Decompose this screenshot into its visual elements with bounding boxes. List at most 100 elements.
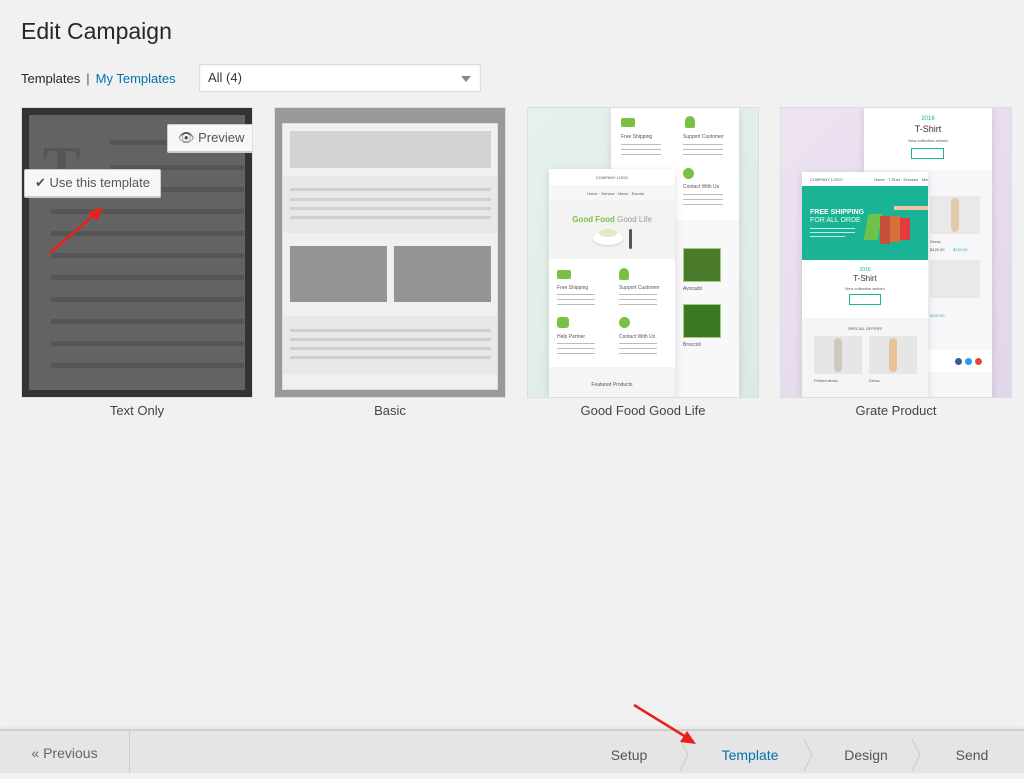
- text-section: [283, 176, 497, 233]
- truck-icon: [621, 118, 635, 127]
- year-label: 2016: [921, 116, 935, 122]
- truck-icon: [557, 270, 571, 279]
- header-block: [290, 131, 491, 168]
- whatsapp-icon: [683, 168, 694, 179]
- tab-templates[interactable]: Templates: [21, 71, 80, 86]
- price: $120.00: [953, 247, 968, 252]
- template-name: Grate Product: [855, 403, 937, 418]
- feature-title: Contact With Us: [619, 334, 656, 340]
- banner-headline: FREE SHIPPING: [810, 209, 865, 216]
- handshake-icon: [557, 317, 569, 328]
- thumbnail-page: T: [29, 115, 245, 390]
- dress-image: [930, 260, 980, 298]
- product-title: T-Shirt: [914, 124, 942, 134]
- template-thumbnail[interactable]: Free Shipping Support Customer Contact W…: [527, 107, 759, 398]
- chevron-down-icon: [461, 76, 471, 82]
- text-line: [51, 253, 244, 258]
- subtitle: New collection arrived: [845, 286, 885, 291]
- image-block: [290, 246, 387, 302]
- step-design[interactable]: Design: [812, 731, 921, 773]
- feature-title: Help Partner: [557, 334, 586, 340]
- text-line: [51, 319, 244, 324]
- hero-headline: Good Food Good Life: [572, 215, 652, 224]
- template-thumbnail[interactable]: [274, 107, 506, 398]
- step-label: Template: [721, 747, 779, 763]
- template-card-good-food[interactable]: Free Shipping Support Customer Contact W…: [527, 107, 759, 418]
- preview-label: Preview: [198, 130, 245, 145]
- shopping-bag: [880, 216, 890, 244]
- text-line: [51, 363, 244, 368]
- feature-title: Support Customer: [683, 134, 724, 140]
- step-template[interactable]: Template: [688, 731, 813, 773]
- feature-title: Free Shipping: [557, 285, 589, 291]
- step-send[interactable]: Send: [920, 731, 1024, 773]
- text-section: [283, 316, 497, 374]
- template-card-text-only[interactable]: T 👁 Preview ✔ Use this template Text Onl…: [21, 107, 253, 418]
- subtitle: New collection arrived: [908, 138, 948, 143]
- template-name: Basic: [374, 403, 406, 418]
- filter-separator: |: [86, 70, 90, 86]
- preview-button[interactable]: 👁 Preview: [167, 124, 252, 152]
- feature-title: Free Shipping: [621, 134, 653, 140]
- text-line: [51, 231, 244, 236]
- avocado-image: [683, 248, 721, 282]
- step-label: Setup: [610, 747, 648, 763]
- google-plus-icon: [975, 358, 982, 365]
- template-thumbnail[interactable]: T 👁 Preview ✔ Use this template: [21, 107, 253, 398]
- eye-icon: 👁: [178, 130, 195, 145]
- arm: [894, 206, 928, 210]
- page-title: Edit Campaign: [21, 18, 172, 44]
- banner-subheadline: FOR ALL ORDE: [810, 217, 861, 224]
- nav-links: Home · Service · Menu · Events: [587, 191, 644, 196]
- product-title: T-Shirt: [853, 274, 877, 283]
- tab-my-templates[interactable]: My Templates: [96, 71, 176, 86]
- shop-now-button: [849, 294, 881, 305]
- twitter-icon: [965, 358, 972, 365]
- facebook-icon: [955, 358, 962, 365]
- price: $120.00: [930, 313, 945, 318]
- product-name: Broccoli: [683, 342, 701, 348]
- template-thumbnail[interactable]: 2016 T-Shirt New collection arrived Dres…: [780, 107, 1012, 398]
- thumbnail-page: [282, 123, 498, 390]
- feature-title: Contact With Us: [683, 184, 720, 190]
- template-name: Good Food Good Life: [580, 403, 706, 418]
- support-icon: [619, 268, 629, 280]
- step-label: Send: [955, 747, 989, 763]
- previous-button[interactable]: « Previous: [0, 731, 130, 773]
- step-setup[interactable]: Setup: [570, 731, 689, 773]
- template-card-basic[interactable]: Basic: [274, 107, 506, 418]
- text-line: [51, 209, 244, 214]
- checkmark-icon: ✔: [35, 175, 46, 190]
- shopping-bag: [890, 216, 900, 242]
- use-template-label: Use this template: [49, 175, 150, 190]
- product-name: Dress: [930, 239, 941, 244]
- text-line: [51, 341, 244, 346]
- image-block: [394, 246, 491, 302]
- template-category-select[interactable]: All (4): [199, 64, 481, 92]
- company-logo: COMPANY LOGO: [810, 177, 843, 182]
- feature-title: Support Customer: [619, 285, 660, 291]
- product-name: Avocado: [683, 286, 703, 292]
- support-icon: [685, 116, 695, 128]
- section-title: Featured Products: [591, 382, 633, 388]
- template-name: Text Only: [109, 403, 165, 418]
- template-filter-tabs: Templates | My Templates: [21, 64, 176, 92]
- broccoli-image: [683, 304, 721, 338]
- use-template-button[interactable]: ✔ Use this template: [24, 169, 161, 197]
- nav-links: Home · T-Shirt · Dresses · More: [874, 177, 928, 182]
- company-logo: COMPANY LOGO: [595, 175, 629, 180]
- wizard-steps: Setup Template Design Send: [570, 731, 1024, 773]
- text-line: [51, 297, 244, 302]
- section-title: SPECIAL OFFERS: [847, 326, 883, 331]
- template-card-grate-product[interactable]: 2016 T-Shirt New collection arrived Dres…: [780, 107, 1012, 418]
- text-line: [51, 275, 244, 280]
- year-label: 2016: [859, 267, 871, 273]
- preview-front-page: COMPANY LOGO Home · Service · Menu · Eve…: [549, 169, 675, 397]
- old-price: $129.00: [930, 247, 945, 252]
- shopping-bag: [900, 218, 910, 240]
- wizard-footer: « Previous Setup Template Design Send: [0, 729, 1024, 773]
- select-value: All (4): [208, 70, 242, 85]
- step-label: Design: [844, 747, 888, 763]
- preview-front-page: COMPANY LOGO Home · T-Shirt · Dresses · …: [802, 172, 928, 397]
- whatsapp-icon: [619, 317, 630, 328]
